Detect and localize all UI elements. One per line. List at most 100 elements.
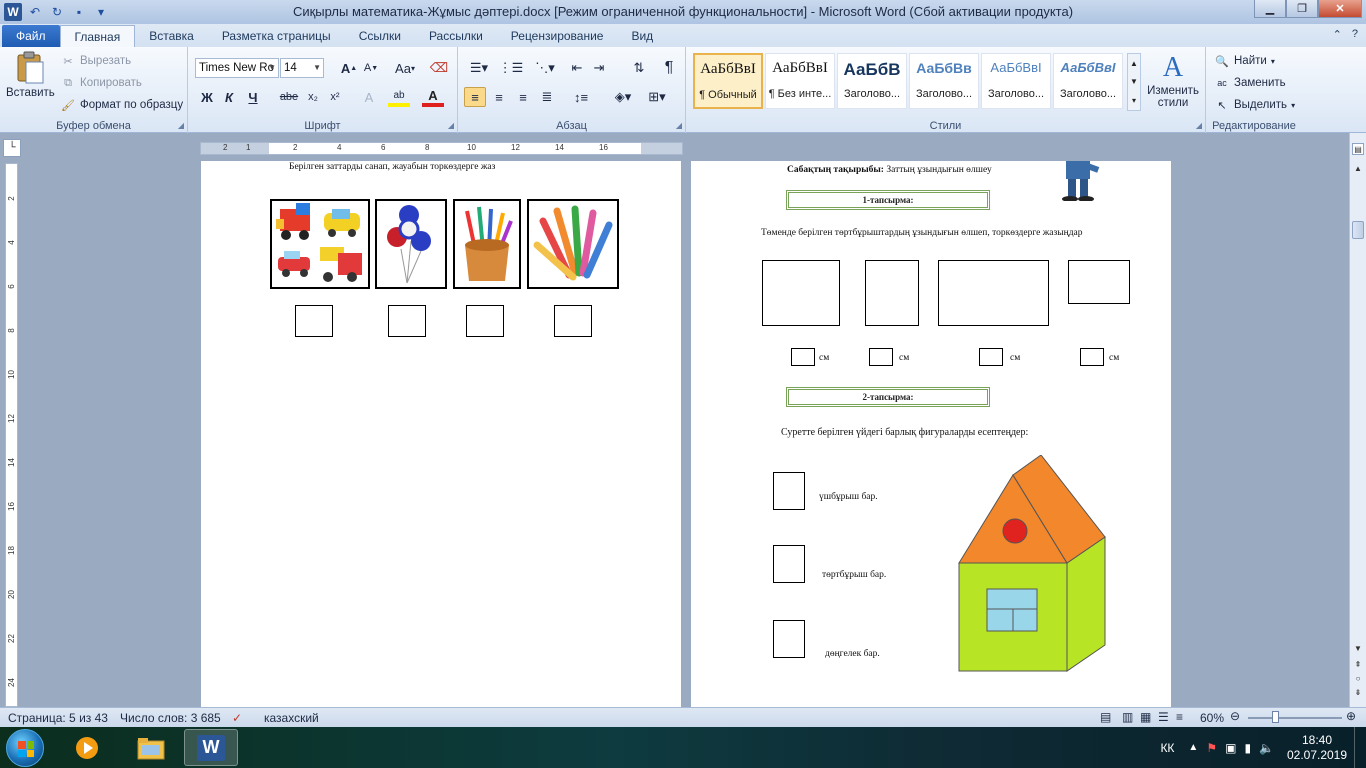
- clear-formatting-icon[interactable]: ⌫: [428, 58, 450, 78]
- zoom-slider-thumb[interactable]: [1272, 711, 1279, 723]
- increase-indent-icon[interactable]: ⇥: [588, 58, 610, 78]
- style-heading-4[interactable]: АаБбВвІ Заголово...: [1053, 53, 1123, 109]
- tab-view[interactable]: Вид: [617, 25, 667, 47]
- scroll-down-icon[interactable]: ▼: [1352, 643, 1364, 655]
- tab-page-layout[interactable]: Разметка страницы: [208, 25, 345, 47]
- balloons-picture[interactable]: [375, 199, 447, 289]
- outline-icon[interactable]: ☰: [1158, 710, 1169, 724]
- network-icon[interactable]: ▮: [1244, 741, 1251, 755]
- shrink-font-button[interactable]: A ▼: [360, 58, 382, 78]
- full-screen-reading-icon[interactable]: ▥: [1122, 710, 1133, 724]
- volume-icon[interactable]: 🔈: [1259, 741, 1274, 755]
- align-center-icon[interactable]: ≡: [488, 87, 510, 107]
- measure-box-2[interactable]: [869, 348, 893, 366]
- previous-page-icon[interactable]: ⇞: [1352, 659, 1364, 671]
- page-left[interactable]: Берілген заттарды санап, жауабын торкөзд…: [201, 161, 681, 707]
- font-size-combo[interactable]: 14 ▼: [280, 58, 324, 78]
- start-button[interactable]: [6, 729, 44, 767]
- grow-font-button[interactable]: A ▲: [338, 58, 360, 78]
- bullets-icon[interactable]: ☰▾: [466, 58, 492, 78]
- minimize-button[interactable]: ▁: [1254, 0, 1286, 18]
- numbering-icon[interactable]: ⋮☰: [498, 58, 524, 78]
- line-spacing-icon[interactable]: ↕≡: [568, 87, 594, 107]
- chevron-up-icon[interactable]: ▲: [1130, 59, 1138, 68]
- underline-button[interactable]: Ч: [242, 87, 264, 107]
- circle-count-box[interactable]: [773, 620, 805, 658]
- strikethrough-button[interactable]: abe: [278, 87, 300, 107]
- answer-box-2[interactable]: [388, 305, 426, 337]
- shading-icon[interactable]: ◈▾: [610, 87, 636, 107]
- chevron-down-icon[interactable]: ▼: [1130, 77, 1138, 86]
- ruler-toggle-icon[interactable]: ▤: [1352, 143, 1364, 155]
- style-heading-3[interactable]: АаБбВвI Заголово...: [981, 53, 1051, 109]
- show-desktop-button[interactable]: [1354, 727, 1366, 768]
- clock[interactable]: 18:40 02.07.2019: [1280, 733, 1354, 763]
- toys-picture[interactable]: [270, 199, 370, 289]
- word-count[interactable]: Число слов: 3 685: [120, 711, 221, 725]
- zoom-level[interactable]: 60%: [1200, 711, 1224, 725]
- word-app-icon[interactable]: W: [4, 3, 22, 21]
- more-styles-icon[interactable]: ▾: [1132, 96, 1136, 105]
- measure-box-3[interactable]: [979, 348, 1003, 366]
- change-styles-button[interactable]: A Изменить стили: [1146, 53, 1200, 110]
- vertical-scrollbar[interactable]: ▤ ▲ ▼ ⇞ ○ ⇟: [1349, 133, 1366, 707]
- tab-file[interactable]: Файл: [2, 25, 60, 47]
- next-page-icon[interactable]: ⇟: [1352, 687, 1364, 699]
- paste-button[interactable]: Вставить: [6, 51, 55, 99]
- triangle-count-box[interactable]: [773, 472, 805, 510]
- scroll-up-icon[interactable]: ▲: [1352, 163, 1364, 175]
- undo-icon[interactable]: ↶: [26, 3, 44, 21]
- italic-button[interactable]: К: [218, 87, 240, 107]
- justify-icon[interactable]: ≣: [536, 87, 558, 107]
- font-color-icon[interactable]: A: [422, 87, 444, 107]
- subscript-button[interactable]: x₂: [302, 87, 324, 107]
- help-icon[interactable]: ?: [1352, 28, 1358, 41]
- save-icon[interactable]: ▪: [70, 3, 88, 21]
- spellcheck-icon[interactable]: ✓: [232, 711, 242, 725]
- explorer-taskbar-button[interactable]: [124, 729, 178, 766]
- styles-scroll[interactable]: ▲ ▼ ▾: [1127, 53, 1141, 111]
- font-launcher-icon[interactable]: ◢: [448, 121, 454, 130]
- tab-mailings[interactable]: Рассылки: [415, 25, 497, 47]
- draft-icon[interactable]: ≡: [1176, 710, 1183, 724]
- measure-box-1[interactable]: [791, 348, 815, 366]
- crayons-picture[interactable]: [527, 199, 619, 289]
- action-center-icon[interactable]: ⚑: [1206, 741, 1217, 755]
- scrollbar-thumb[interactable]: [1352, 221, 1364, 239]
- browse-object-icon[interactable]: ○: [1352, 673, 1364, 685]
- replace-button[interactable]: ac Заменить: [1214, 75, 1285, 91]
- decrease-indent-icon[interactable]: ⇤: [566, 58, 588, 78]
- tab-references[interactable]: Ссылки: [345, 25, 415, 47]
- zoom-in-icon[interactable]: ⊕: [1346, 709, 1356, 723]
- customize-qat-icon[interactable]: ▾: [92, 3, 110, 21]
- style-normal[interactable]: АаБбВвI ¶ Обычный: [693, 53, 763, 109]
- borders-icon[interactable]: ⊞▾: [644, 87, 670, 107]
- close-button[interactable]: ✕: [1318, 0, 1362, 18]
- media-player-taskbar-button[interactable]: [60, 729, 114, 766]
- tab-home[interactable]: Главная: [59, 25, 136, 47]
- vertical-ruler[interactable]: 2 4 6 8 10 12 14 16 18 20 22 24: [5, 163, 18, 707]
- cut-button[interactable]: ✂ Вырезать: [60, 53, 131, 69]
- zoom-slider[interactable]: [1248, 717, 1342, 719]
- style-heading-2[interactable]: АаБбВв Заголово...: [909, 53, 979, 109]
- change-case-button[interactable]: Aa ▾: [392, 58, 418, 78]
- highlight-color-icon[interactable]: ab: [388, 87, 410, 107]
- tab-insert[interactable]: Вставка: [135, 25, 208, 47]
- zoom-out-icon[interactable]: ⊖: [1230, 709, 1240, 723]
- align-right-icon[interactable]: ≡: [512, 87, 534, 107]
- align-left-icon[interactable]: ≡: [464, 87, 486, 107]
- web-layout-icon[interactable]: ▦: [1140, 710, 1151, 724]
- font-name-combo[interactable]: Times New Ro ▼: [195, 58, 279, 78]
- horizontal-ruler[interactable]: 2 1 2 4 6 8 10 12 14 16: [200, 142, 683, 155]
- sort-icon[interactable]: ⇅: [628, 58, 650, 78]
- maximize-button[interactable]: ❐: [1286, 0, 1318, 18]
- tab-selector[interactable]: └: [3, 139, 21, 157]
- text-effects-icon[interactable]: A: [358, 87, 380, 107]
- paragraph-launcher-icon[interactable]: ◢: [676, 121, 682, 130]
- format-painter-button[interactable]: 🖌 Формат по образцу: [60, 97, 183, 113]
- print-layout-icon[interactable]: ▤: [1100, 710, 1111, 724]
- show-hidden-icons-icon[interactable]: ▲: [1188, 742, 1198, 753]
- select-button[interactable]: ↖ Выделить ▾: [1214, 97, 1295, 113]
- style-no-spacing[interactable]: АаБбВвI ¶ Без инте...: [765, 53, 835, 109]
- style-heading-1[interactable]: АаБбВ Заголово...: [837, 53, 907, 109]
